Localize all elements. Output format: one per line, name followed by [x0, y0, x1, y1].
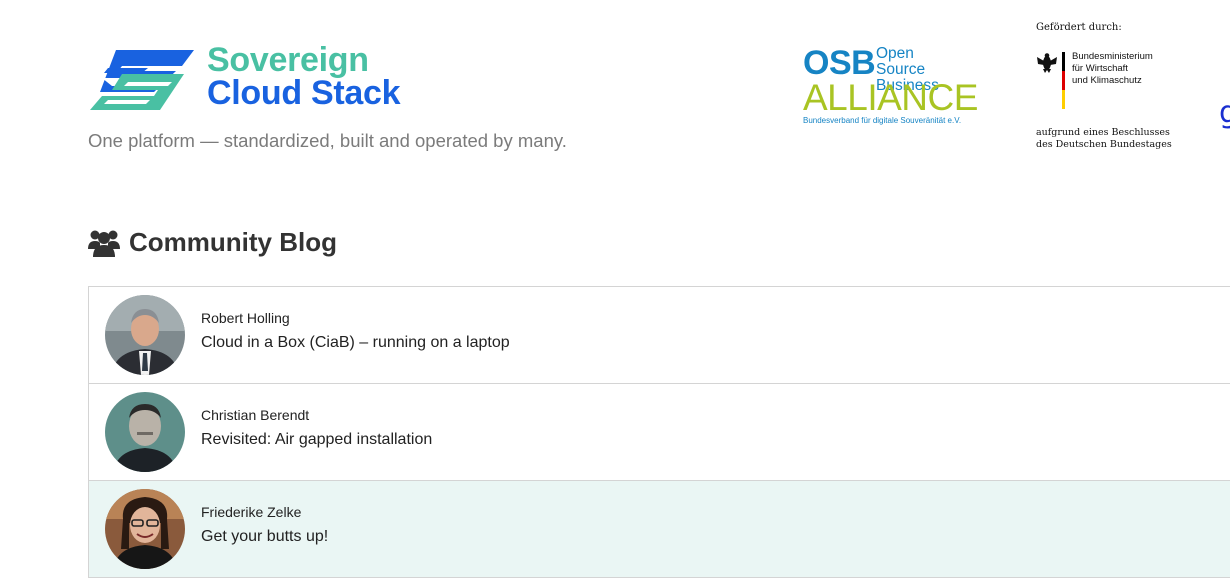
cut-off-logo-glyph[interactable]: g: [1219, 93, 1230, 133]
blog-post-list: Robert Holling Cloud in a Box (CiaB) – r…: [88, 286, 1230, 578]
post-author: Robert Holling: [201, 310, 290, 326]
site-logo[interactable]: Sovereign Cloud Stack: [88, 41, 408, 116]
osb-acronym: OSB: [803, 44, 876, 82]
ministry-line: und Klimaschutz: [1072, 75, 1142, 86]
brand-name-line2: Cloud Stack: [207, 74, 401, 112]
blog-post-item[interactable]: Robert Holling Cloud in a Box (CiaB) – r…: [89, 287, 1230, 384]
osb-small-line1: Open Source: [876, 45, 926, 78]
decision-line: aufgrund eines Beschlusses: [1036, 127, 1170, 138]
federal-eagle-icon: [1037, 53, 1057, 73]
osb-alliance-logo[interactable]: OSB Open Source Business ALLIANCE Bundes…: [803, 44, 978, 128]
tagline: One platform — standardized, built and o…: [88, 130, 567, 151]
post-author: Christian Berendt: [201, 407, 310, 423]
section-title: Community Blog: [129, 226, 337, 257]
users-icon: [88, 230, 120, 257]
ministry-line: Bundesministerium: [1072, 51, 1153, 62]
post-author: Friederike Zelke: [201, 504, 302, 520]
community-blog-heading: Community Blog: [88, 224, 337, 260]
osb-alliance-word: ALLIANCE: [803, 77, 978, 118]
ministry-name: Bundesministerium für Wirtschaft und Kli…: [1072, 51, 1153, 87]
funding-heading: Gefördert durch:: [1036, 22, 1122, 33]
author-avatar: [105, 295, 185, 375]
post-title[interactable]: Revisited: Air gapped installation: [201, 431, 432, 449]
author-avatar: [105, 392, 185, 472]
brand-name-line1: Sovereign: [207, 41, 369, 79]
german-flag-bar: [1062, 52, 1065, 109]
decision-line: des Deutschen Bundestages: [1036, 139, 1172, 150]
post-title[interactable]: Get your butts up!: [201, 528, 328, 546]
ministry-line: für Wirtschaft: [1072, 63, 1128, 74]
author-avatar: [105, 489, 185, 569]
post-title[interactable]: Cloud in a Box (CiaB) – running on a lap…: [201, 334, 510, 352]
bundestag-decision: aufgrund eines Beschlusses des Deutschen…: [1036, 127, 1172, 151]
funding-notice: Gefördert durch: Bundesministerium für W…: [1036, 22, 1186, 152]
sovereign-cloud-stack-logo-icon: [90, 50, 194, 110]
osb-subtitle: Bundesverband für digitale Souveränität …: [803, 116, 962, 125]
blog-post-item[interactable]: Friederike Zelke Get your butts up!: [89, 481, 1230, 578]
blog-post-item[interactable]: Christian Berendt Revisited: Air gapped …: [89, 384, 1230, 481]
